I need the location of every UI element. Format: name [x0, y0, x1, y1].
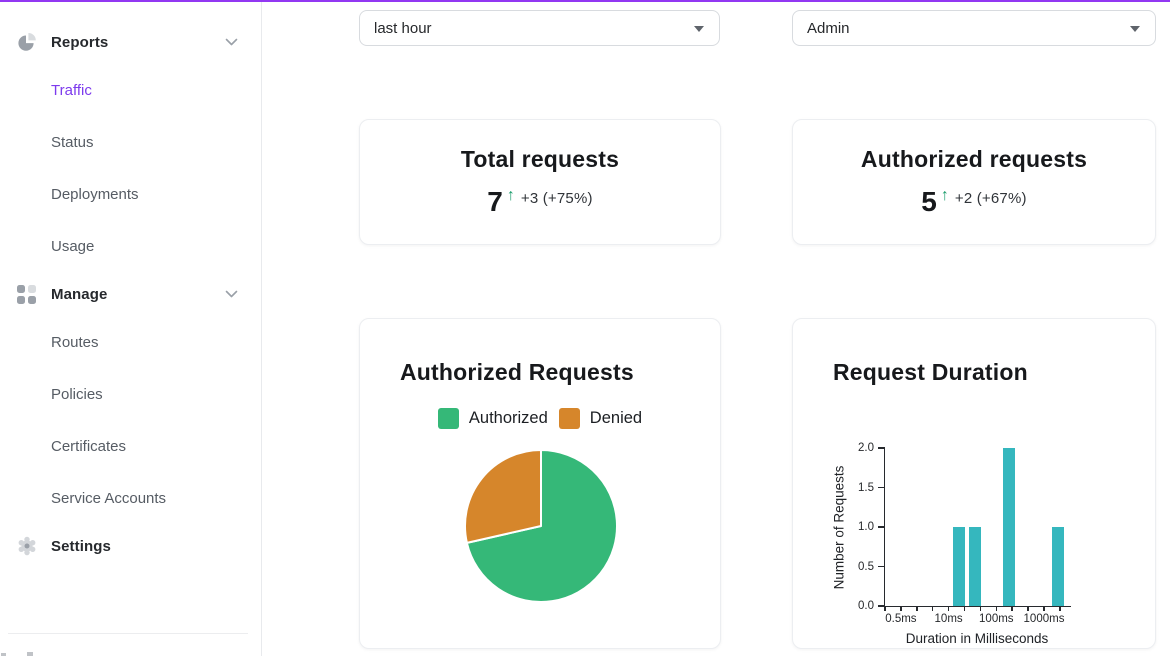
sidebar-item-routes[interactable]: Routes — [0, 329, 262, 355]
x-axis-tick — [900, 606, 902, 611]
legend-swatch-authorized — [438, 408, 459, 429]
stat-title: Total requests — [360, 146, 720, 173]
y-axis-tick-label: 0.5 — [837, 560, 874, 574]
x-axis-tick — [980, 606, 982, 611]
histogram-bar — [1052, 527, 1064, 606]
sidebar-item-label: Deployments — [51, 186, 139, 203]
bar-chart: 0.00.51.01.52.00.5ms10ms100ms1000ms — [884, 448, 1071, 607]
sidebar-item-label: Routes — [51, 334, 99, 351]
pie-legend: Authorized Denied — [360, 408, 720, 429]
time-range-select[interactable]: last hour — [359, 10, 720, 46]
up-arrow-icon: ↑ — [507, 188, 515, 204]
stat-value-row: 5 ↑ +2 (+67%) — [793, 188, 1155, 216]
x-axis-tick-label: 0.5ms — [885, 613, 916, 625]
pie-chart — [463, 448, 619, 604]
time-range-value: last hour — [374, 20, 432, 37]
sidebar-item-label: Usage — [51, 238, 94, 255]
sidebar-item-traffic[interactable]: Traffic — [0, 77, 262, 103]
sidebar-section-label: Manage — [51, 286, 107, 303]
grid-icon — [17, 285, 36, 304]
legend-item-authorized: Authorized — [438, 408, 548, 429]
x-axis-label: Duration in Milliseconds — [869, 631, 1085, 646]
authorized-requests-card: Authorized requests 5 ↑ +2 (+67%) — [792, 119, 1156, 245]
pie-chart-icon — [17, 32, 37, 52]
sidebar-item-label: Certificates — [51, 438, 126, 455]
stat-value: 5 — [921, 188, 937, 216]
app-window: Reports Traffic Status Deployments Usage… — [0, 0, 1170, 656]
sidebar-item-usage[interactable]: Usage — [0, 233, 262, 259]
x-axis-tick — [1011, 606, 1013, 611]
sidebar-item-label: Service Accounts — [51, 490, 166, 507]
sidebar-section-label: Reports — [51, 34, 108, 51]
x-axis-tick — [884, 606, 886, 611]
chevron-down-icon[interactable] — [225, 38, 238, 47]
x-axis-tick — [1059, 606, 1061, 611]
y-axis-tick — [878, 447, 885, 449]
histogram-bar — [1003, 448, 1015, 606]
stat-value: 7 — [487, 188, 503, 216]
stat-delta: +2 (+67%) — [955, 190, 1027, 207]
x-axis-tick — [1043, 606, 1045, 611]
up-arrow-icon: ↑ — [941, 188, 949, 204]
y-axis-tick-label: 1.0 — [837, 520, 874, 534]
sidebar-item-label: Traffic — [51, 82, 92, 99]
legend-label: Denied — [590, 409, 642, 428]
x-axis-tick — [964, 606, 966, 611]
legend-label: Authorized — [469, 409, 548, 428]
x-axis-tick — [948, 606, 950, 611]
x-axis-tick-label: 100ms — [979, 613, 1014, 625]
sidebar-divider — [8, 633, 248, 634]
request-duration-card: Request Duration Number of Requests 0.00… — [792, 318, 1156, 649]
sidebar-item-service-accounts[interactable]: Service Accounts — [0, 485, 262, 511]
stat-value-row: 7 ↑ +3 (+75%) — [360, 188, 720, 216]
x-axis-tick — [1027, 606, 1029, 611]
y-axis-tick-label: 1.5 — [837, 481, 874, 495]
chart-title: Request Duration — [833, 359, 1028, 386]
chart-title: Authorized Requests — [400, 359, 634, 386]
caret-down-icon — [1130, 26, 1140, 32]
y-axis-tick-label: 2.0 — [837, 441, 874, 455]
stat-delta: +3 (+75%) — [521, 190, 593, 207]
y-axis-tick-label: 0.0 — [837, 599, 874, 613]
y-axis-tick — [878, 487, 885, 489]
sidebar-section-settings[interactable]: Settings — [0, 533, 262, 559]
sidebar-item-label: Policies — [51, 386, 103, 403]
histogram-bar — [969, 527, 981, 606]
stat-title: Authorized requests — [793, 146, 1155, 173]
pie-slice — [465, 450, 541, 543]
sidebar-section-reports[interactable]: Reports — [0, 29, 262, 55]
sidebar-item-policies[interactable]: Policies — [0, 381, 262, 407]
chevron-down-icon[interactable] — [225, 290, 238, 299]
role-select[interactable]: Admin — [792, 10, 1156, 46]
authorized-requests-pie-card: Authorized Requests Authorized Denied — [359, 318, 721, 649]
sidebar: Reports Traffic Status Deployments Usage… — [0, 0, 262, 656]
x-axis-tick — [932, 606, 934, 611]
y-axis-tick — [878, 566, 885, 568]
sidebar-section-manage[interactable]: Manage — [0, 281, 262, 307]
legend-swatch-denied — [559, 408, 580, 429]
caret-down-icon — [694, 26, 704, 32]
sidebar-item-status[interactable]: Status — [0, 129, 262, 155]
x-axis-tick-label: 1000ms — [1024, 613, 1065, 625]
total-requests-card: Total requests 7 ↑ +3 (+75%) — [359, 119, 721, 245]
x-axis-tick — [916, 606, 918, 611]
x-axis-tick-label: 10ms — [935, 613, 963, 625]
sidebar-item-label: Status — [51, 134, 94, 151]
cutoff-element — [27, 652, 33, 656]
sidebar-item-deployments[interactable]: Deployments — [0, 181, 262, 207]
gear-icon — [17, 536, 37, 556]
histogram-bar — [953, 527, 965, 606]
sidebar-section-label: Settings — [51, 538, 111, 555]
role-value: Admin — [807, 20, 850, 37]
top-accent-bar — [0, 0, 1170, 2]
legend-item-denied: Denied — [559, 408, 642, 429]
sidebar-item-certificates[interactable]: Certificates — [0, 433, 262, 459]
y-axis-tick — [878, 526, 885, 528]
x-axis-tick — [996, 606, 998, 611]
